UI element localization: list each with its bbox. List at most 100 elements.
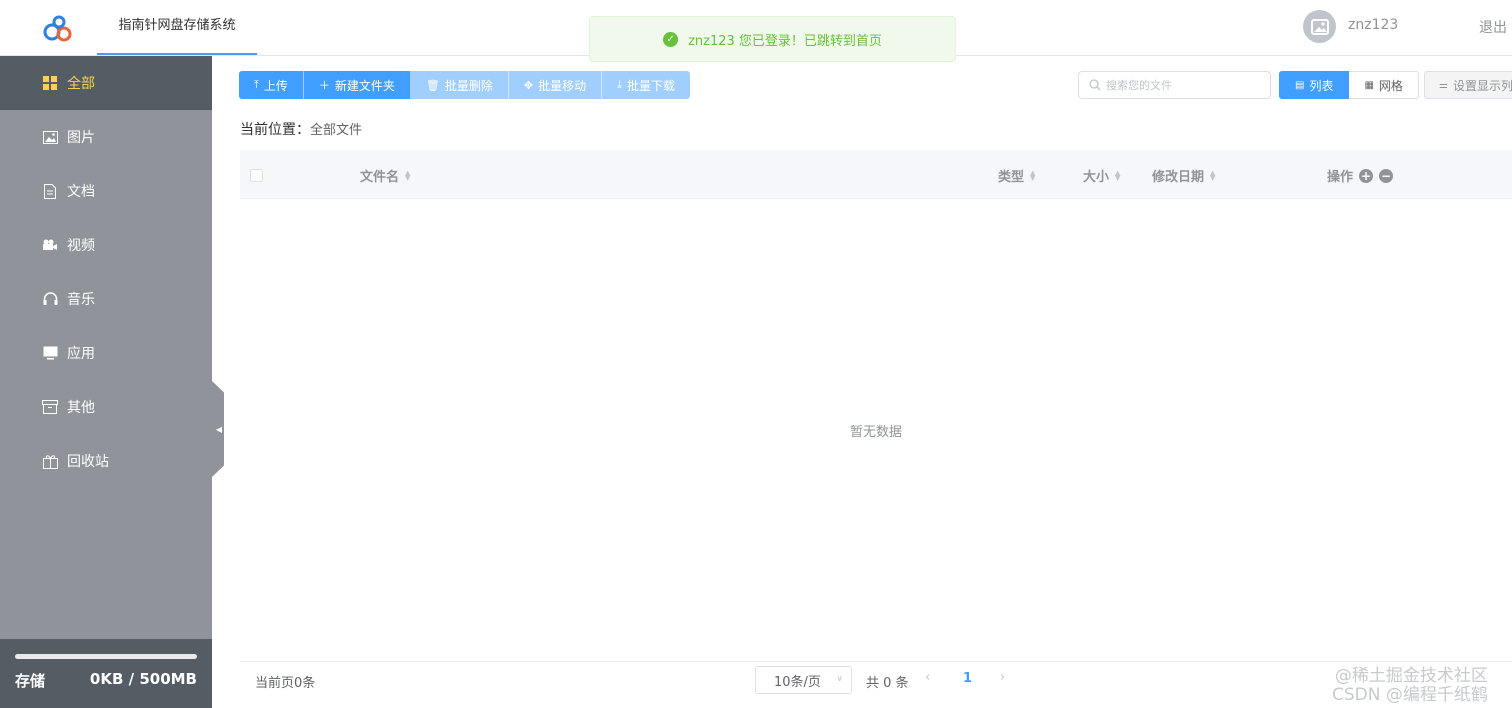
- page-size-select[interactable]: 10条/页 ∨: [755, 666, 852, 694]
- download-icon: ⤓: [617, 78, 622, 91]
- pagination-bar: 当前页0条 10条/页 ∨ 共 0 条 ‹ 1 › @稀土掘金技术社区 CSDN…: [240, 661, 1512, 708]
- empty-table-placeholder: 暂无数据: [240, 199, 1512, 661]
- sliders-icon: ⚌: [1439, 79, 1448, 91]
- storage-progress-bar: [15, 654, 197, 659]
- sort-icon[interactable]: ▲ ▼: [1210, 169, 1215, 181]
- watermark: @稀土掘金技术社区 CSDN @编程千纸鹤: [1332, 667, 1488, 705]
- login-success-toast: ✓ znz123 您已登录！已跳转到首页: [589, 16, 956, 62]
- total-count: 共 0 条: [866, 676, 909, 691]
- grid-view-label: 网格: [1378, 78, 1403, 93]
- monitor-icon: [42, 345, 58, 361]
- upload-button-label: 上传: [263, 78, 288, 93]
- sidebar-item-label: 回收站: [67, 454, 109, 470]
- logout-link[interactable]: 退出: [1479, 17, 1507, 37]
- chevron-down-icon: ∨: [836, 674, 843, 684]
- sidebar-item-all[interactable]: 全部: [0, 56, 212, 110]
- check-circle-icon: ✓: [663, 31, 679, 47]
- sidebar-item-other[interactable]: 其他: [0, 380, 212, 434]
- sidebar-collapse-handle[interactable]: ◀: [212, 381, 224, 477]
- move-icon: ✥: [523, 78, 534, 92]
- column-name-label: 文件名: [360, 170, 400, 185]
- trash-icon: 🗑: [425, 78, 440, 92]
- video-camera-icon: [42, 237, 58, 253]
- batch-delete-button[interactable]: 🗑 批量删除: [410, 71, 509, 99]
- column-size-label: 大小: [1083, 170, 1110, 185]
- prev-page-button[interactable]: ‹: [925, 670, 930, 685]
- plus-circle-icon[interactable]: +: [1359, 168, 1374, 183]
- app-logo[interactable]: [40, 12, 76, 44]
- app-title-tab[interactable]: 指南针网盘存储系统: [97, 0, 257, 55]
- column-settings-button[interactable]: ⚌ 设置显示列: [1424, 71, 1512, 99]
- storage-label: 存储: [15, 672, 46, 690]
- sidebar: 全部 图片 文档 视频 音乐 应用 其他 回收站 存储 0KB / 500MB: [0, 56, 212, 708]
- sidebar-item-label: 应用: [67, 346, 95, 362]
- page-number-1[interactable]: 1: [963, 671, 972, 686]
- file-search-box[interactable]: [1078, 71, 1271, 99]
- username[interactable]: znz123: [1348, 17, 1398, 33]
- view-mode-toggle: ▤ 列表 ▦ 网格: [1279, 71, 1419, 99]
- headphones-icon: [42, 291, 58, 307]
- sidebar-item-label: 文档: [67, 184, 95, 200]
- watermark-line-1: @稀土掘金技术社区: [1334, 666, 1488, 686]
- list-view-label: 列表: [1309, 78, 1334, 93]
- breadcrumb-label: 当前位置：: [240, 122, 310, 138]
- column-header-modified[interactable]: 修改日期 ▲ ▼: [1152, 166, 1215, 185]
- sidebar-item-label: 视频: [67, 238, 95, 254]
- file-table-header: 文件名 ▲ ▼ 类型 ▲ ▼ 大小 ▲ ▼ 修改日期 ▲ ▼ 操作 + −: [240, 150, 1512, 199]
- batch-move-button[interactable]: ✥ 批量移动: [508, 71, 603, 99]
- next-page-button[interactable]: ›: [1000, 670, 1005, 685]
- archive-box-icon: [42, 399, 58, 415]
- column-header-size[interactable]: 大小 ▲ ▼: [1083, 166, 1120, 185]
- watermark-line-2: CSDN @编程千纸鹤: [1332, 685, 1488, 705]
- search-icon: [1089, 79, 1101, 91]
- column-header-name[interactable]: 文件名 ▲ ▼: [360, 166, 410, 185]
- sidebar-item-images[interactable]: 图片: [0, 110, 212, 164]
- sidebar-item-apps[interactable]: 应用: [0, 326, 212, 380]
- search-input[interactable]: [1106, 78, 1266, 92]
- sidebar-item-recycle-bin[interactable]: 回收站: [0, 434, 212, 488]
- batch-move-button-label: 批量移动: [538, 78, 587, 93]
- image-placeholder-icon: [1310, 18, 1329, 35]
- new-folder-button[interactable]: ＋ 新建文件夹: [303, 71, 411, 99]
- plus-icon: ＋: [318, 79, 330, 92]
- grid-icon: [42, 75, 58, 91]
- minus-circle-icon[interactable]: −: [1379, 168, 1394, 183]
- sidebar-item-music[interactable]: 音乐: [0, 272, 212, 326]
- sidebar-item-label: 图片: [67, 130, 95, 146]
- grid-view-button[interactable]: ▦ 网格: [1349, 71, 1419, 99]
- batch-download-button[interactable]: ⤓ 批量下载: [602, 71, 691, 99]
- column-header-type[interactable]: 类型 ▲ ▼: [998, 166, 1035, 185]
- column-actions-label: 操作: [1327, 170, 1354, 185]
- column-header-actions: 操作 + −: [1327, 166, 1394, 185]
- gift-box-icon: [42, 453, 58, 469]
- sidebar-item-videos[interactable]: 视频: [0, 218, 212, 272]
- batch-delete-button-label: 批量删除: [444, 78, 493, 93]
- empty-text: 暂无数据: [849, 424, 902, 440]
- sidebar-item-documents[interactable]: 文档: [0, 164, 212, 218]
- select-all-checkbox[interactable]: [250, 169, 263, 182]
- column-type-label: 类型: [998, 170, 1025, 185]
- sort-icon[interactable]: ▲ ▼: [1115, 169, 1120, 181]
- file-operation-buttons: ⤒ 上传 ＋ 新建文件夹 🗑 批量删除 ✥ 批量移动 ⤓ 批量下载: [239, 71, 691, 99]
- new-folder-button-label: 新建文件夹: [334, 78, 395, 93]
- sort-icon[interactable]: ▲ ▼: [405, 169, 410, 181]
- sidebar-item-label: 其他: [67, 400, 95, 416]
- image-icon: [42, 129, 58, 145]
- column-settings-label: 设置显示列: [1452, 78, 1512, 93]
- list-view-button[interactable]: ▤ 列表: [1279, 71, 1350, 99]
- sidebar-item-label: 音乐: [67, 292, 95, 308]
- avatar[interactable]: [1303, 10, 1336, 43]
- storage-value: 0KB / 500MB: [89, 670, 197, 688]
- grid-small-icon: ▦: [1364, 79, 1374, 91]
- list-icon: ▤: [1295, 79, 1305, 91]
- page-size-value: 10条/页: [774, 674, 821, 690]
- upload-button[interactable]: ⤒ 上传: [239, 71, 304, 99]
- breadcrumb-item-all-files[interactable]: 全部文件: [310, 123, 362, 138]
- sidebar-item-label: 全部: [67, 76, 95, 92]
- batch-download-button-label: 批量下载: [627, 78, 676, 93]
- document-icon: [42, 183, 58, 199]
- breadcrumb: 当前位置：全部文件: [240, 119, 362, 139]
- upload-icon: ⤒: [254, 78, 259, 91]
- toast-message: znz123 您已登录！已跳转到首页: [688, 33, 882, 49]
- sort-icon[interactable]: ▲ ▼: [1030, 169, 1035, 181]
